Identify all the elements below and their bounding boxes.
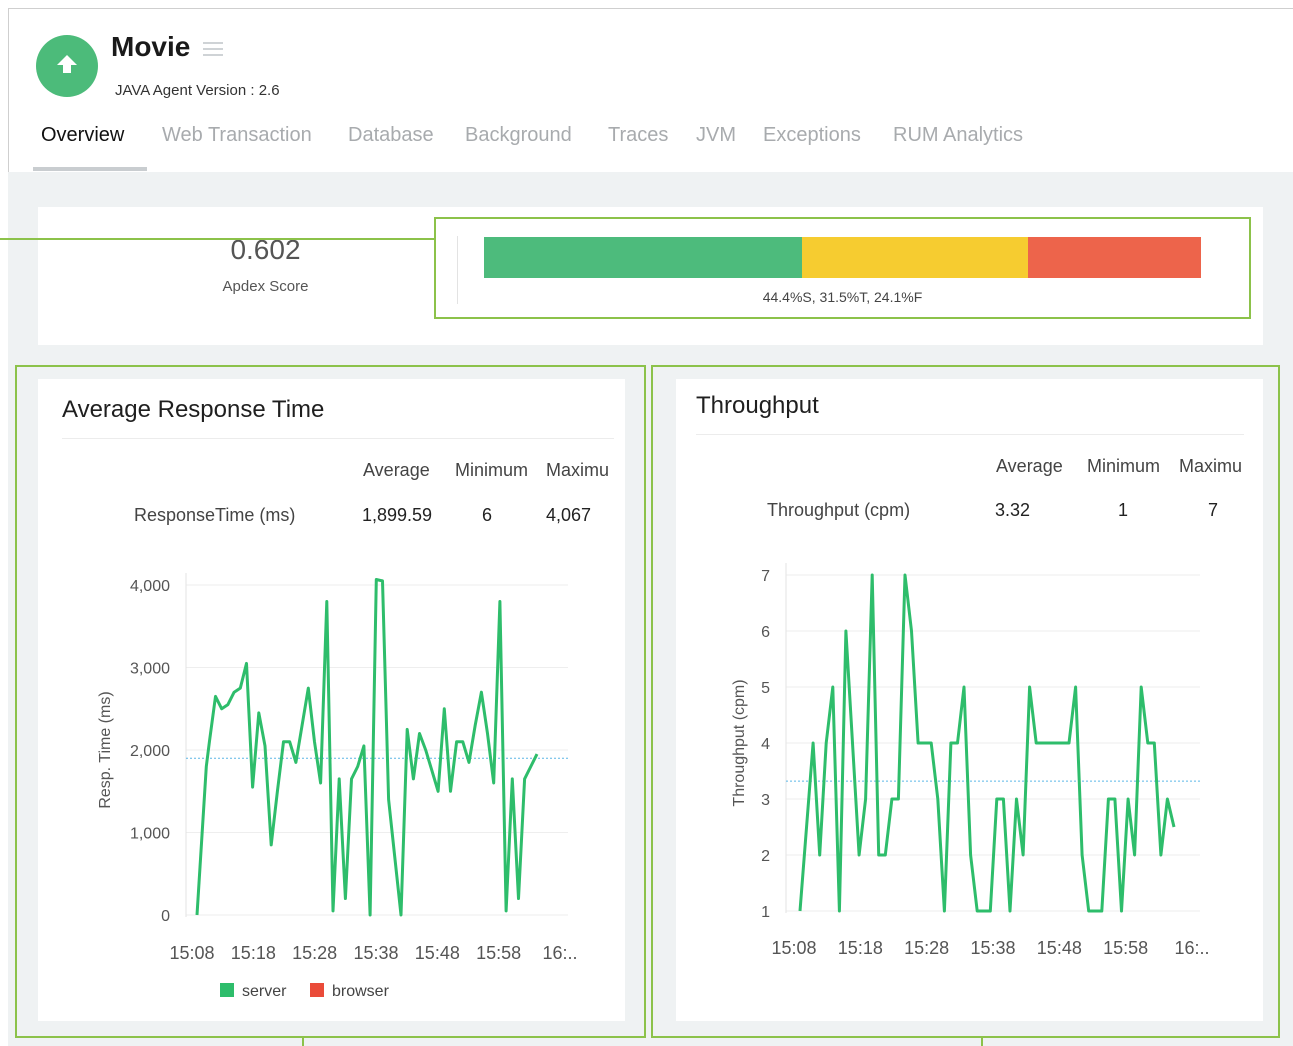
tp-xtick-label: 15:38 xyxy=(970,938,1015,958)
throughput-chart: 1 2 3 4 5 6 7 15:08 15:18 15:28 15:38 15:48 15:58 16:… xyxy=(731,563,1210,958)
response-row-label: ResponseTime (ms) xyxy=(134,505,296,525)
legend-browser[interactable]: browser xyxy=(310,983,389,1001)
agent-version: JAVA Agent Version : 2.6 xyxy=(115,82,280,99)
tp-ytick-label: 3 xyxy=(761,792,770,809)
throughput-header-average: Average xyxy=(996,456,1063,476)
tab-overview[interactable]: Overview xyxy=(41,124,124,147)
tp-xtick-label: 16:.. xyxy=(1174,938,1209,958)
callout-line-throughput xyxy=(981,1037,983,1046)
throughput-title-divider xyxy=(696,434,1244,435)
legend-browser-label: browser xyxy=(332,983,389,1000)
rt-xtick-label: 15:58 xyxy=(476,943,521,963)
highlight-apdex-bar xyxy=(434,217,1251,319)
throughput-header-maximum: Maximu xyxy=(1179,456,1243,476)
response-maximum-value: 4,067 xyxy=(546,505,592,525)
app-title: Movie xyxy=(111,31,191,62)
tp-ytick-label: 2 xyxy=(761,848,770,865)
response-header-average: Average xyxy=(363,460,430,480)
apdex-score-label: Apdex Score xyxy=(222,278,309,295)
tp-xtick-label: 15:58 xyxy=(1103,938,1148,958)
rt-ytick-label: 0 xyxy=(161,908,170,925)
tab-traces[interactable]: Traces xyxy=(608,124,668,147)
throughput-maximum-value: 7 xyxy=(1208,500,1219,520)
throughput-average-value: 3.32 xyxy=(995,500,1031,520)
tp-ytick-label: 4 xyxy=(761,736,770,753)
tab-exceptions[interactable]: Exceptions xyxy=(763,124,861,147)
tp-ytick-label: 7 xyxy=(761,568,770,585)
tp-ytick-label: 5 xyxy=(761,680,770,697)
legend-server-label: server xyxy=(242,983,287,1000)
browser-swatch xyxy=(310,983,324,997)
server-swatch xyxy=(220,983,234,997)
rt-series-server xyxy=(195,578,539,917)
rt-xtick-label: 15:18 xyxy=(231,943,276,963)
tab-database[interactable]: Database xyxy=(348,124,434,147)
window-top-border xyxy=(8,8,1293,9)
app-status-up-icon xyxy=(36,35,98,97)
throughput-header-minimum: Minimum xyxy=(1087,456,1161,476)
tp-ytick-label: 6 xyxy=(761,624,770,641)
rt-xtick-label: 15:28 xyxy=(292,943,337,963)
rt-y-axis-title: Resp. Time (ms) xyxy=(97,691,114,808)
tp-ytick-label: 1 xyxy=(761,904,770,921)
response-time-title: Average Response Time xyxy=(62,396,325,423)
response-minimum-value: 6 xyxy=(482,505,493,525)
throughput-minimum-value: 1 xyxy=(1118,500,1129,520)
rt-xtick-label: 15:08 xyxy=(169,943,214,963)
callout-line-apdex xyxy=(0,238,434,240)
tp-xtick-label: 15:48 xyxy=(1037,938,1082,958)
response-time-chart: 0 1,000 2,000 3,000 4,000 15:08 15:18 15:28 15:3… xyxy=(97,573,578,963)
hamburger-menu-icon[interactable] xyxy=(203,42,223,58)
response-title-divider xyxy=(62,438,614,439)
tp-y-axis-title: Throughput (cpm) xyxy=(731,679,748,806)
response-average-value: 1,899.59 xyxy=(362,505,433,525)
rt-xtick-label: 16:.. xyxy=(542,943,577,963)
rt-ytick-label: 2,000 xyxy=(130,743,170,760)
legend-server[interactable]: server xyxy=(220,983,286,1001)
callout-line-response xyxy=(302,1037,304,1046)
response-header-maximum: Maximu xyxy=(546,460,610,480)
throughput-row-label: Throughput (cpm) xyxy=(767,500,911,520)
tab-web-transaction[interactable]: Web Transaction xyxy=(162,124,312,147)
response-header-minimum: Minimum xyxy=(455,460,529,480)
active-tab-indicator xyxy=(33,167,147,171)
rt-ytick-label: 4,000 xyxy=(130,578,170,595)
throughput-title: Throughput xyxy=(696,392,819,419)
rt-ytick-label: 1,000 xyxy=(130,826,170,843)
rt-xtick-label: 15:38 xyxy=(353,943,398,963)
rt-xtick-label: 15:48 xyxy=(415,943,460,963)
rt-ytick-label: 3,000 xyxy=(130,661,170,678)
tp-xtick-label: 15:18 xyxy=(838,938,883,958)
tab-jvm[interactable]: JVM xyxy=(696,124,736,147)
tab-rum-analytics[interactable]: RUM Analytics xyxy=(893,124,1023,147)
tp-xtick-label: 15:28 xyxy=(904,938,949,958)
tab-background[interactable]: Background xyxy=(465,124,572,147)
tp-xtick-label: 15:08 xyxy=(771,938,816,958)
